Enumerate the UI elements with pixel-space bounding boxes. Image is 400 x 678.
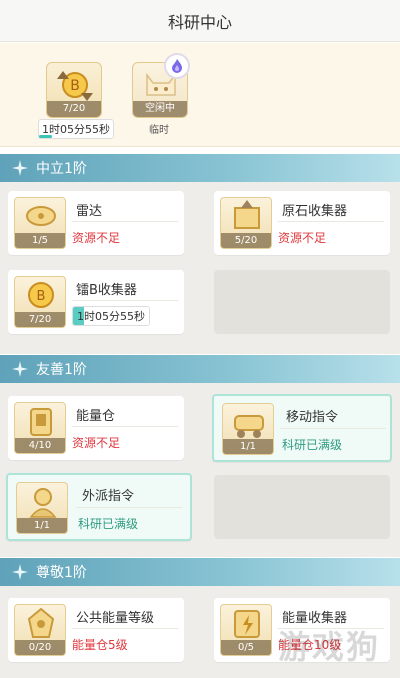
radar-icon: 1/5 <box>14 197 66 249</box>
card-status: 能量仓5级 <box>72 638 128 652</box>
card-name: 雷达 <box>76 204 103 219</box>
queue-timer-text: 1时05分55秒 <box>42 123 110 136</box>
queue-timer: 1时05分55秒 <box>38 119 114 139</box>
divider <box>72 221 178 222</box>
card-status: 资源不足 <box>278 231 327 245</box>
research-card-public-energy-level[interactable]: 0/20 公共能量等级 能量仓5级 <box>8 598 184 662</box>
top-header: 科研中心 <box>0 0 400 42</box>
divider <box>278 221 384 222</box>
page-title: 科研中心 <box>167 12 232 32</box>
research-arrows-icon: B <box>57 71 93 101</box>
ore-collector-icon: 5/20 <box>220 197 272 249</box>
purple-flame-icon <box>172 59 182 73</box>
queue-slot-count: 7/20 <box>47 101 101 117</box>
research-card-ore-collector[interactable]: 5/20 原石收集器 资源不足 <box>214 191 390 255</box>
queue-slot-caption: 临时 <box>149 125 169 136</box>
dispatch-command-icon: 1/1 <box>16 482 68 534</box>
site-watermark: 游戏狗 <box>278 628 381 666</box>
research-card-dispatch-command[interactable]: 1/1 外派指令 科研已满级 <box>6 473 192 541</box>
timer-text: 1时05分55秒 <box>77 310 145 323</box>
queue-slot-active[interactable]: B 7/20 <box>46 62 102 118</box>
card-name: 原石收集器 <box>282 204 348 219</box>
card-level: 0/5 <box>221 640 271 655</box>
card-level: 7/20 <box>15 312 65 327</box>
radium-collector-icon: B 7/20 <box>14 276 66 328</box>
svg-text:B: B <box>70 78 80 94</box>
card-name: 外派指令 <box>82 489 135 504</box>
card-name: 公共能量等级 <box>76 611 155 626</box>
svg-text:B: B <box>37 289 46 304</box>
research-card-radium-collector[interactable]: B 7/20 镭B收集器 1时05分55秒 <box>8 270 184 334</box>
divider <box>72 628 178 629</box>
card-status: 科研已满级 <box>78 517 139 531</box>
move-command-icon: 1/1 <box>222 403 274 455</box>
card-level: 1/1 <box>223 439 273 454</box>
card-level: 1/1 <box>17 518 67 533</box>
card-level: 0/20 <box>15 640 65 655</box>
divider <box>76 507 182 508</box>
card-status: 资源不足 <box>72 436 121 450</box>
energy-storage-icon: 4/10 <box>14 402 66 454</box>
card-level: 4/10 <box>15 438 65 453</box>
card-name: 移动指令 <box>286 410 339 425</box>
divider <box>72 426 178 427</box>
section-title: 尊敬1阶 <box>36 565 87 581</box>
card-level: 5/20 <box>221 233 271 248</box>
section-header-neutral: 中立1阶 <box>0 154 400 182</box>
compass-star-icon <box>12 361 28 377</box>
energy-collector-icon: 0/5 <box>220 604 272 656</box>
section-header-friendly: 友善1阶 <box>0 355 400 383</box>
divider <box>280 428 386 429</box>
research-card-radar[interactable]: 1/5 雷达 资源不足 <box>8 191 184 255</box>
section-title: 友善1阶 <box>36 362 87 378</box>
card-status: 资源不足 <box>72 231 121 245</box>
research-card-move-command[interactable]: 1/1 移动指令 科研已满级 <box>212 394 392 462</box>
card-level: 1/5 <box>15 233 65 248</box>
magic-crystal-badge <box>164 53 190 79</box>
empty-card-slot <box>214 475 390 539</box>
empty-card-slot <box>214 270 390 334</box>
compass-star-icon <box>12 564 28 580</box>
section-title: 中立1阶 <box>36 161 87 177</box>
research-queue: B 7/20 1时05分55秒 空闲中 临时 <box>0 43 400 147</box>
card-timer: 1时05分55秒 <box>72 306 150 326</box>
section-header-respected: 尊敬1阶 <box>0 558 400 586</box>
card-status: 科研已满级 <box>282 438 343 452</box>
divider <box>72 300 178 301</box>
public-energy-icon: 0/20 <box>14 604 66 656</box>
compass-star-icon <box>12 160 28 176</box>
card-name: 能量仓 <box>76 409 116 424</box>
research-card-energy-storage[interactable]: 4/10 能量仓 资源不足 <box>8 396 184 460</box>
card-name: 镭B收集器 <box>76 283 137 298</box>
queue-slot-idle-label: 空闲中 <box>133 101 187 117</box>
